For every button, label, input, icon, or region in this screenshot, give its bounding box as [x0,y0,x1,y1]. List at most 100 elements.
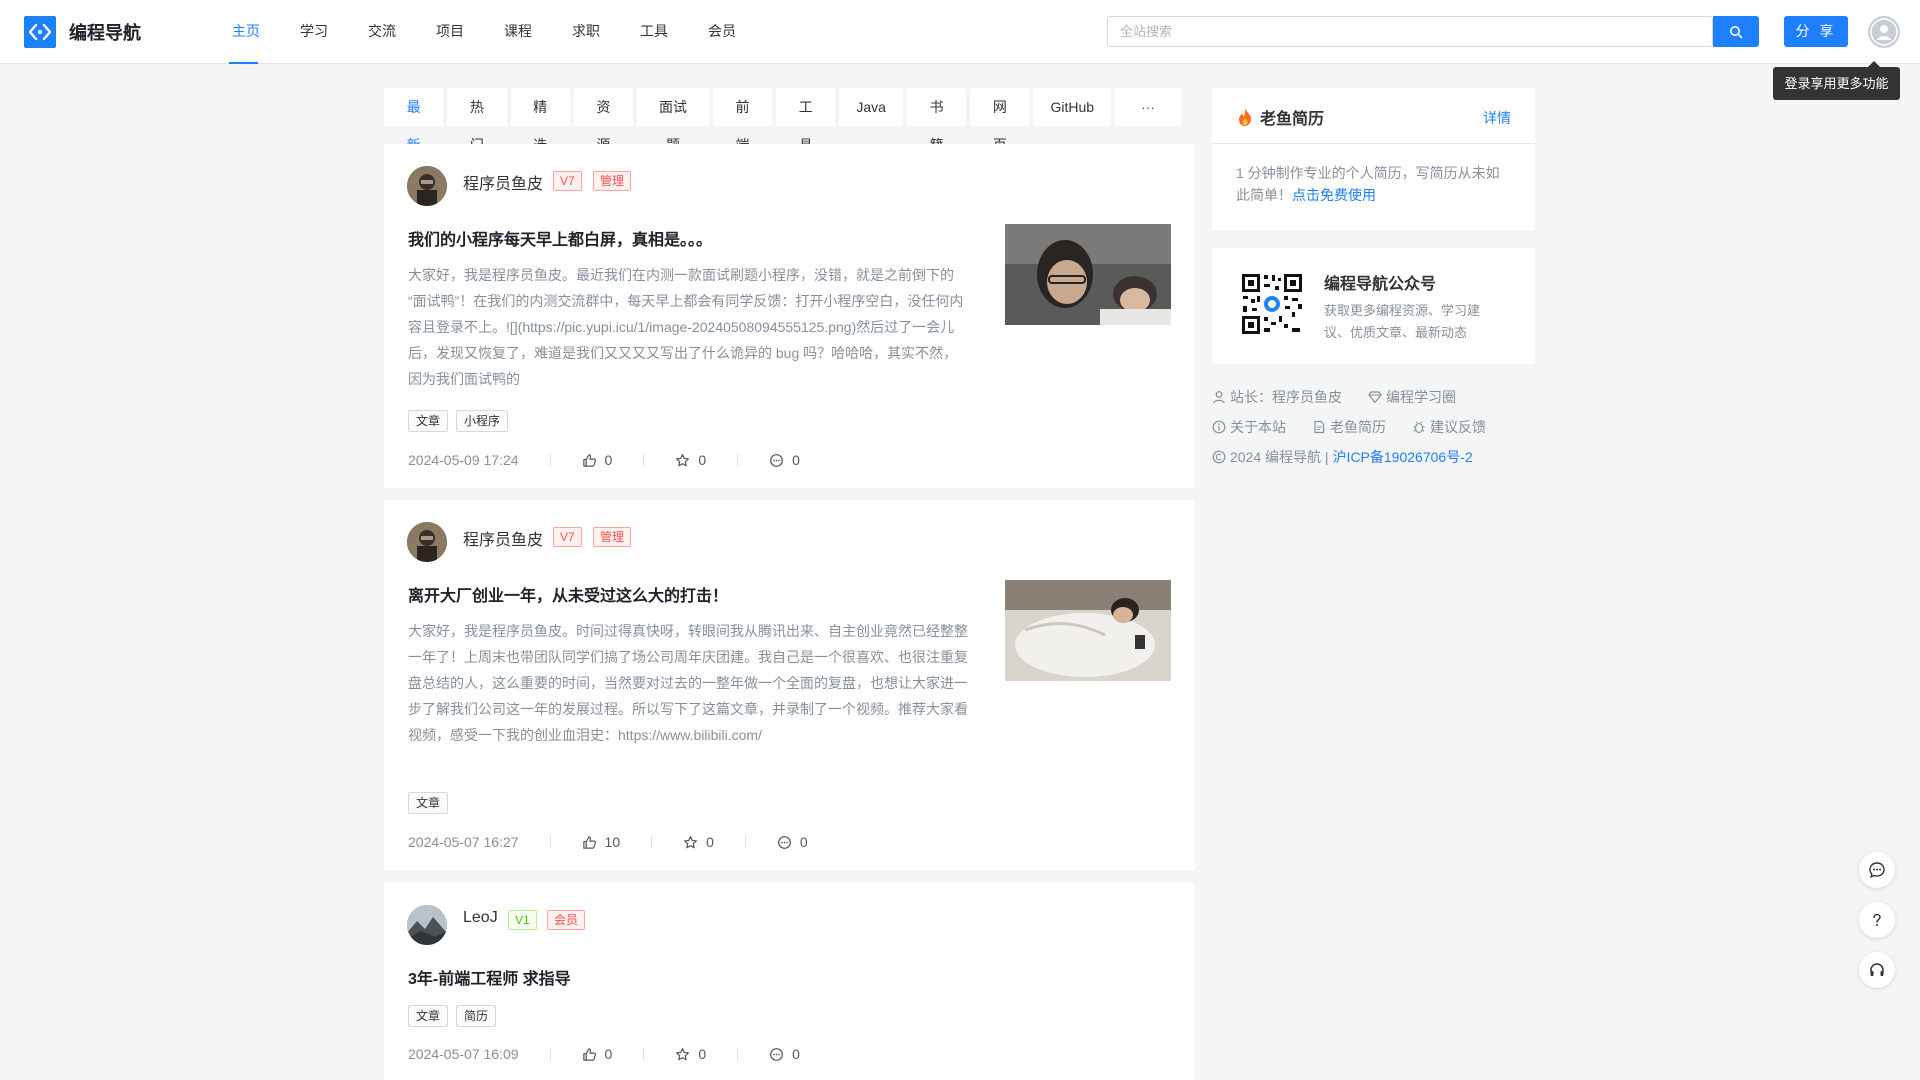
nav-projects[interactable]: 项目 [416,0,484,64]
diamond-icon [1368,391,1382,404]
author-avatar[interactable] [407,905,447,945]
post-thumbnail[interactable] [1005,580,1171,681]
nav-jobs[interactable]: 求职 [552,0,620,64]
nav-learn[interactable]: 学习 [280,0,348,64]
tab-hot[interactable]: 热门 [447,88,507,153]
nav-membership[interactable]: 会员 [688,0,756,64]
tab-books[interactable]: 书籍 [906,88,967,153]
site-logo[interactable]: 编程导航 [24,16,141,48]
post-excerpt[interactable]: 大家好，我是程序员鱼皮。最近我们在内测一款面试刷题小程序，没错，就是之前倒下的 … [408,262,968,392]
comment-button[interactable]: 0 [769,1046,800,1062]
thumb-up-icon [582,835,596,849]
resume-detail-link[interactable]: 详情 [1483,108,1511,128]
star-button[interactable]: 0 [683,834,714,850]
fire-icon [1236,107,1254,132]
copyright: 2024 编程导航 | [1212,447,1329,467]
level-badge: V7 [553,527,582,547]
chat-float-button[interactable] [1859,852,1895,888]
tag-miniprogram[interactable]: 小程序 [456,410,509,432]
resume-card-title: 老鱼简历 [1260,111,1325,128]
like-count: 0 [604,1046,613,1062]
like-button[interactable]: 10 [582,834,621,850]
post-thumbnail[interactable] [1005,224,1171,325]
tab-web[interactable]: 网页 [970,88,1030,153]
like-button[interactable]: 0 [582,452,613,468]
star-button[interactable]: 0 [675,1046,706,1062]
role-badge: 会员 [547,910,586,930]
icp-link[interactable]: 沪ICP备19026706号-2 [1333,447,1473,467]
headset-icon [1870,963,1884,976]
tab-more[interactable]: ··· [1115,88,1182,126]
owner-link[interactable]: 站长：程序员鱼皮 [1212,387,1342,407]
like-button[interactable]: 0 [582,1046,613,1062]
like-count: 10 [604,834,621,850]
share-button[interactable]: 分 享 [1784,16,1848,47]
resume-text: 老鱼简历 [1330,419,1386,435]
circle-text: 编程学习圈 [1386,389,1456,405]
owner-text: 站长：程序员鱼皮 [1230,389,1342,405]
help-float-button[interactable] [1859,902,1895,938]
tab-tools[interactable]: 工具 [776,88,836,153]
author-name[interactable]: 程序员鱼皮 [463,170,543,194]
tag-resume[interactable]: 简历 [456,1005,497,1027]
nav-community[interactable]: 交流 [348,0,416,64]
tab-java[interactable]: Java [839,88,903,126]
author-name[interactable]: LeoJ [463,909,498,927]
user-avatar-button[interactable] [1868,16,1900,48]
author-avatar[interactable] [407,522,447,562]
tab-github[interactable]: GitHub [1033,88,1112,126]
tab-frontend[interactable]: 前端 [712,88,773,153]
post-title[interactable]: 我们的小程序每天早上都白屏，真相是。。。 [408,226,712,250]
comment-count: 0 [792,1046,800,1062]
nav-tools[interactable]: 工具 [620,0,688,64]
circle-link[interactable]: 编程学习圈 [1368,387,1456,407]
resume-link[interactable]: 老鱼简历 [1312,417,1386,437]
post-card[interactable]: LeoJ V1 会员 3年-前端工程师 求指导 文章 简历 2024-05-07… [384,883,1195,1080]
tag-article[interactable]: 文章 [408,1005,449,1027]
bug-icon [1413,421,1425,434]
level-badge: V7 [553,171,582,191]
site-name: 编程导航 [69,23,141,43]
comment-icon [770,1047,784,1061]
star-count: 0 [698,452,707,468]
wechat-card: 编程导航公众号 获取更多编程资源、学习建议、优质文章、最新动态 [1212,248,1535,364]
post-excerpt[interactable]: 大家好，我是程序员鱼皮。时间过得真快呀，转眼间我从腾讯出来、自主创业竟然已经整整… [408,618,968,778]
nav-courses[interactable]: 课程 [484,0,552,64]
tag-article[interactable]: 文章 [408,792,449,814]
post-title[interactable]: 离开大厂创业一年，从未受过这么大的打击！ [408,582,728,606]
author-name[interactable]: 程序员鱼皮 [463,526,543,550]
about-text: 关于本站 [1230,419,1286,435]
feedback-link[interactable]: 建议反馈 [1412,417,1486,437]
qr-code [1240,272,1304,336]
role-badge: 管理 [593,171,632,191]
nav-home[interactable]: 主页 [212,0,280,64]
star-button[interactable]: 0 [675,452,706,468]
search-box [1107,16,1714,47]
tab-latest[interactable]: 最新 [384,88,444,153]
comment-button[interactable]: 0 [777,834,808,850]
user-icon [1213,391,1225,404]
tab-featured[interactable]: 精选 [510,88,570,153]
post-card[interactable]: 程序员鱼皮 V7 管理 离开大厂创业一年，从未受过这么大的打击！ 大家好，我是程… [384,500,1195,870]
star-icon [676,1047,690,1060]
post-meta: 2024-05-07 16:27 10 0 0 [408,832,808,852]
tab-interview[interactable]: 面试题 [637,88,709,153]
search-button[interactable] [1713,16,1759,47]
post-card[interactable]: 程序员鱼皮 V7 管理 我们的小程序每天早上都白屏，真相是。。。 大家好，我是程… [384,144,1195,488]
resume-free-link[interactable]: 点击免费使用 [1292,187,1376,203]
post-meta: 2024-05-09 17:24 0 0 0 [408,450,800,470]
tag-article[interactable]: 文章 [408,410,449,432]
support-float-button[interactable] [1859,952,1895,988]
author-avatar[interactable] [407,166,447,206]
resume-card: 老鱼简历 详情 1 分钟制作专业的个人简历，写简历从未如此简单！点击免费使用 [1212,88,1535,230]
wechat-desc: 获取更多编程资源、学习建议、优质文章、最新动态 [1324,303,1481,340]
about-link[interactable]: 关于本站 [1212,417,1286,437]
info-icon [1212,420,1226,434]
post-title[interactable]: 3年-前端工程师 求指导 [408,965,571,989]
like-count: 0 [604,452,613,468]
user-icon [1868,16,1900,48]
tab-resources[interactable]: 资源 [573,88,633,153]
search-input[interactable] [1108,17,1714,46]
post-time: 2024-05-07 16:09 [408,1046,519,1062]
comment-button[interactable]: 0 [769,452,800,468]
